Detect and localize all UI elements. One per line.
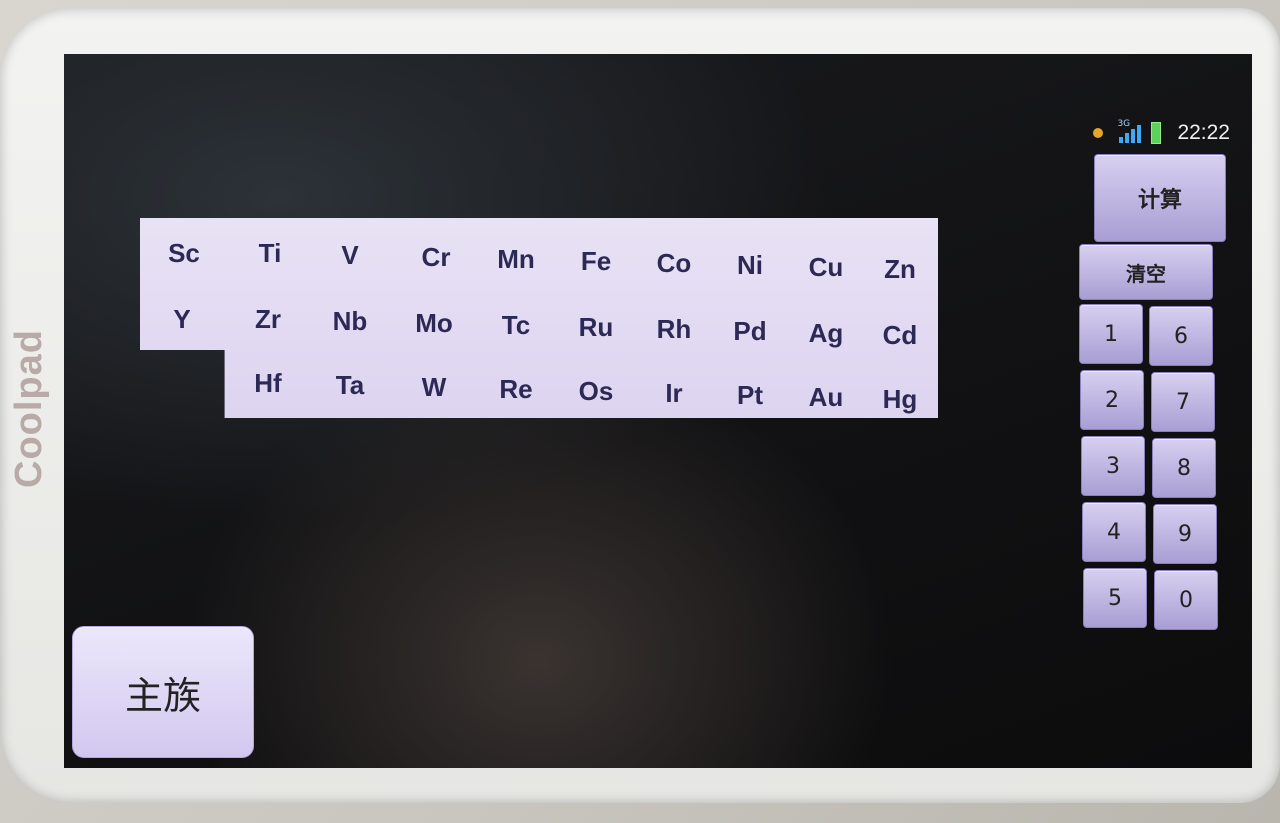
element-table: Sc Ti V Cr Mn Fe Co Ni Cu Zn Y Zr Nb Mo … [140,218,938,418]
element-Os[interactable]: Os [558,366,634,416]
element-Au[interactable]: Au [788,372,864,418]
signal-icon: 3G [1117,119,1142,143]
digit-8-button[interactable]: 8 [1152,438,1216,498]
network-type: 3G [1117,119,1131,129]
status-bar: 3G 22:22 [1093,119,1230,146]
element-Ir[interactable]: Ir [636,368,712,418]
element-Ni[interactable]: Ni [712,240,788,290]
element-Fe[interactable]: Fe [558,236,634,286]
element-Re[interactable]: Re [478,364,554,414]
digit-7-button[interactable]: 7 [1151,372,1215,432]
brand-logo: Coolpad [7,328,50,488]
element-Cr[interactable]: Cr [398,232,474,282]
element-W[interactable]: W [396,362,472,412]
element-Sc[interactable]: Sc [146,228,222,278]
element-Hf[interactable]: Hf [230,358,306,408]
element-Ti[interactable]: Ti [232,228,308,278]
element-Ru[interactable]: Ru [558,302,634,352]
calculate-button[interactable]: 计算 [1094,154,1226,242]
element-Y[interactable]: Y [144,294,220,344]
element-Zr[interactable]: Zr [230,294,306,344]
digit-4-button[interactable]: 4 [1082,502,1146,562]
element-Pt[interactable]: Pt [712,370,788,418]
clock: 22:22 [1177,121,1230,144]
element-Zn[interactable]: Zn [862,244,938,294]
notification-icon [1093,128,1104,138]
digit-3-button[interactable]: 3 [1081,436,1145,496]
element-Ag[interactable]: Ag [788,308,864,358]
screen: 3G 22:22 Sc Ti V Cr Mn Fe Co Ni Cu Zn Y … [64,54,1252,768]
element-Ta[interactable]: Ta [312,360,388,410]
clear-button[interactable]: 清空 [1079,244,1213,300]
element-Mn[interactable]: Mn [478,234,554,284]
element-Co[interactable]: Co [636,238,712,288]
digit-2-button[interactable]: 2 [1080,370,1144,430]
element-Cu[interactable]: Cu [788,242,864,292]
element-Tc[interactable]: Tc [478,300,554,350]
digit-1-button[interactable]: 1 [1079,304,1143,364]
element-Cd[interactable]: Cd [862,310,938,360]
element-Pd[interactable]: Pd [712,306,788,356]
element-Rh[interactable]: Rh [636,304,712,354]
digit-6-button[interactable]: 6 [1149,306,1213,366]
digit-0-button[interactable]: 0 [1154,570,1218,630]
element-Mo[interactable]: Mo [396,298,472,348]
battery-icon [1151,122,1162,144]
digit-5-button[interactable]: 5 [1083,568,1147,628]
digit-9-button[interactable]: 9 [1153,504,1217,564]
element-Nb[interactable]: Nb [312,296,388,346]
element-V[interactable]: V [312,230,388,280]
element-Hg[interactable]: Hg [862,374,938,418]
main-group-button[interactable]: 主族 [72,626,254,758]
phone-body: Coolpad 3G 22:22 Sc Ti V Cr Mn Fe Co Ni … [0,8,1280,803]
